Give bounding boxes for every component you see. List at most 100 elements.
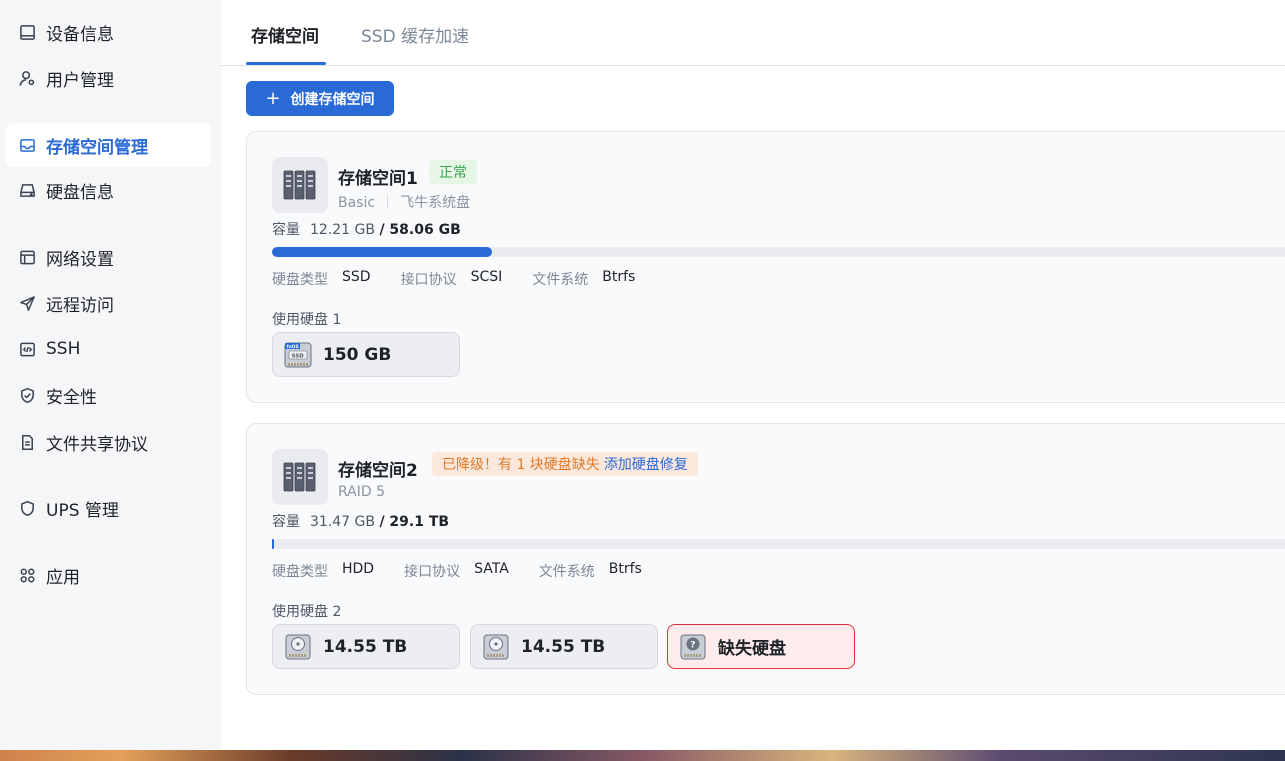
sidebar-item-label: 远程访问	[46, 295, 114, 316]
capacity-line: 容量 31.47 GB / 29.1 TB	[272, 511, 449, 531]
sidebar-item-label: 网络设置	[46, 249, 114, 270]
storage-pool-card: 存储空间2 已降级！有 1 块硬盘缺失 添加硬盘修复 RAID 5 容量 31.47…	[246, 423, 1285, 695]
apps-icon	[18, 566, 36, 584]
inbox-icon	[18, 136, 36, 154]
sidebar-item-label: 安全性	[46, 387, 97, 408]
capacity-total: / 58.06 GB	[379, 222, 461, 238]
app-window: 设备信息 用户管理 存储空间管理 硬盘信息 网络设置 远程访问 SSH 安全性	[0, 0, 1285, 750]
sidebar-item-user-management[interactable]: 用户管理	[6, 56, 211, 100]
sidebar-item-storage[interactable]: 存储空间管理	[6, 123, 211, 167]
pool-name: 存储空间1	[338, 169, 418, 189]
create-storage-button[interactable]: + 创建存储空间	[246, 81, 394, 116]
status-badge: 已降级！有 1 块硬盘缺失 添加硬盘修复	[432, 452, 698, 476]
shield-icon	[18, 499, 36, 517]
degraded-message: 已降级！有 1 块硬盘缺失	[442, 457, 600, 473]
ssd-icon: fnOS SSD	[284, 342, 312, 367]
raid-type: RAID 5	[338, 484, 386, 500]
monitor-icon	[18, 23, 36, 41]
sidebar-item-label: 设备信息	[46, 24, 114, 45]
pool-description: 飞牛系统盘	[400, 195, 471, 211]
shield-check-icon	[18, 386, 36, 404]
capacity-used: 12.21 GB	[310, 222, 375, 238]
filesystem-value: Btrfs	[602, 269, 636, 285]
disk-type-key: 硬盘类型	[272, 272, 328, 288]
server-rack-icon	[272, 157, 328, 213]
sidebar-item-file-sharing[interactable]: 文件共享协议	[6, 420, 211, 464]
interface-key: 接口协议	[404, 564, 461, 580]
active-tab-indicator	[246, 62, 326, 65]
window-icon	[18, 248, 36, 266]
pool-subline: RAID 5	[338, 484, 385, 500]
filesystem-key: 文件系统	[538, 564, 595, 580]
sidebar-item-ups[interactable]: UPS 管理	[6, 486, 211, 530]
disk-item[interactable]: 14.55 TB	[470, 624, 658, 669]
user-settings-icon	[18, 69, 36, 87]
plus-icon: +	[265, 88, 281, 109]
disk-size: 14.55 TB	[323, 636, 408, 657]
capacity-bar	[272, 539, 1285, 549]
capacity-line: 容量 12.21 GB / 58.06 GB	[272, 219, 461, 239]
status-badge: 正常	[429, 160, 477, 184]
sidebar-item-security[interactable]: 安全性	[6, 373, 211, 417]
sidebar: 设备信息 用户管理 存储空间管理 硬盘信息 网络设置 远程访问 SSH 安全性	[0, 0, 221, 750]
code-icon	[18, 340, 36, 358]
pool-subline: Basic 飞牛系统盘	[338, 192, 470, 212]
filesystem-value: Btrfs	[608, 561, 642, 577]
capacity-bar-fill	[272, 539, 274, 549]
hdd-icon	[285, 634, 311, 659]
sidebar-item-label: 文件共享协议	[46, 434, 148, 455]
sidebar-item-apps[interactable]: 应用	[6, 553, 211, 597]
document-icon	[18, 433, 36, 451]
capacity-total: / 29.1 TB	[379, 514, 450, 530]
pool-properties: 硬盘类型 SSD 接口协议 SCSI 文件系统 Btrfs	[272, 269, 665, 289]
missing-disk-item[interactable]: ? 缺失硬盘	[667, 624, 855, 669]
hdd-icon	[483, 634, 509, 659]
sidebar-item-ssh[interactable]: SSH	[6, 327, 211, 371]
disks-label: 使用硬盘 1	[272, 312, 342, 328]
storage-pool-card: 存储空间1 正常 Basic 飞牛系统盘 容量 12.21 GB / 58.06 G…	[246, 131, 1285, 403]
sidebar-item-disk-info[interactable]: 硬盘信息	[6, 168, 211, 212]
repair-link[interactable]: 添加硬盘修复	[604, 457, 688, 473]
disk-type-key: 硬盘类型	[272, 564, 328, 580]
interface-value: SCSI	[470, 269, 503, 285]
disk-type-value: HDD	[342, 561, 375, 577]
sidebar-item-label: 用户管理	[46, 70, 114, 91]
sidebar-item-remote-access[interactable]: 远程访问	[6, 281, 211, 325]
disk-size: 150 GB	[323, 344, 392, 365]
hard-drive-icon	[18, 181, 36, 199]
sidebar-item-label: 硬盘信息	[46, 182, 114, 203]
sidebar-item-label: SSH	[46, 339, 81, 359]
disk-type-value: SSD	[342, 269, 371, 285]
tab-bar: 存储空间 SSD 缓存加速	[221, 0, 1285, 66]
main-content: 存储空间 SSD 缓存加速 + 创建存储空间 存储空间1 正常 Basic 飞牛系…	[221, 0, 1285, 750]
send-icon	[18, 294, 36, 312]
sidebar-item-label: 存储空间管理	[46, 137, 148, 158]
interface-value: SATA	[474, 561, 509, 577]
svg-text:fnOS: fnOS	[287, 344, 299, 350]
svg-text:?: ?	[690, 640, 695, 650]
svg-text:SSD: SSD	[292, 353, 305, 359]
capacity-label: 容量	[272, 514, 300, 530]
disk-size: 缺失硬盘	[718, 639, 786, 659]
filesystem-key: 文件系统	[532, 272, 589, 288]
sidebar-item-device-info[interactable]: 设备信息	[6, 10, 211, 54]
disk-item[interactable]: 14.55 TB	[272, 624, 460, 669]
interface-key: 接口协议	[400, 272, 457, 288]
server-rack-icon	[272, 449, 328, 505]
divider	[387, 195, 389, 208]
create-storage-label: 创建存储空间	[290, 91, 375, 108]
disk-size: 14.55 TB	[521, 636, 606, 657]
disk-item[interactable]: fnOS SSD 150 GB	[272, 332, 460, 377]
capacity-bar-fill	[272, 247, 492, 257]
sidebar-item-label: 应用	[46, 567, 80, 588]
missing-disk-icon: ?	[680, 634, 706, 659]
disks-label: 使用硬盘 2	[272, 604, 342, 620]
pool-name: 存储空间2	[338, 461, 418, 481]
tab-storage-space[interactable]: 存储空间	[251, 22, 319, 47]
sidebar-item-label: UPS 管理	[46, 500, 119, 521]
sidebar-item-network[interactable]: 网络设置	[6, 235, 211, 279]
capacity-bar	[272, 247, 1285, 257]
tab-ssd-cache[interactable]: SSD 缓存加速	[361, 22, 469, 47]
capacity-used: 31.47 GB	[310, 514, 375, 530]
raid-type: Basic	[338, 195, 376, 211]
